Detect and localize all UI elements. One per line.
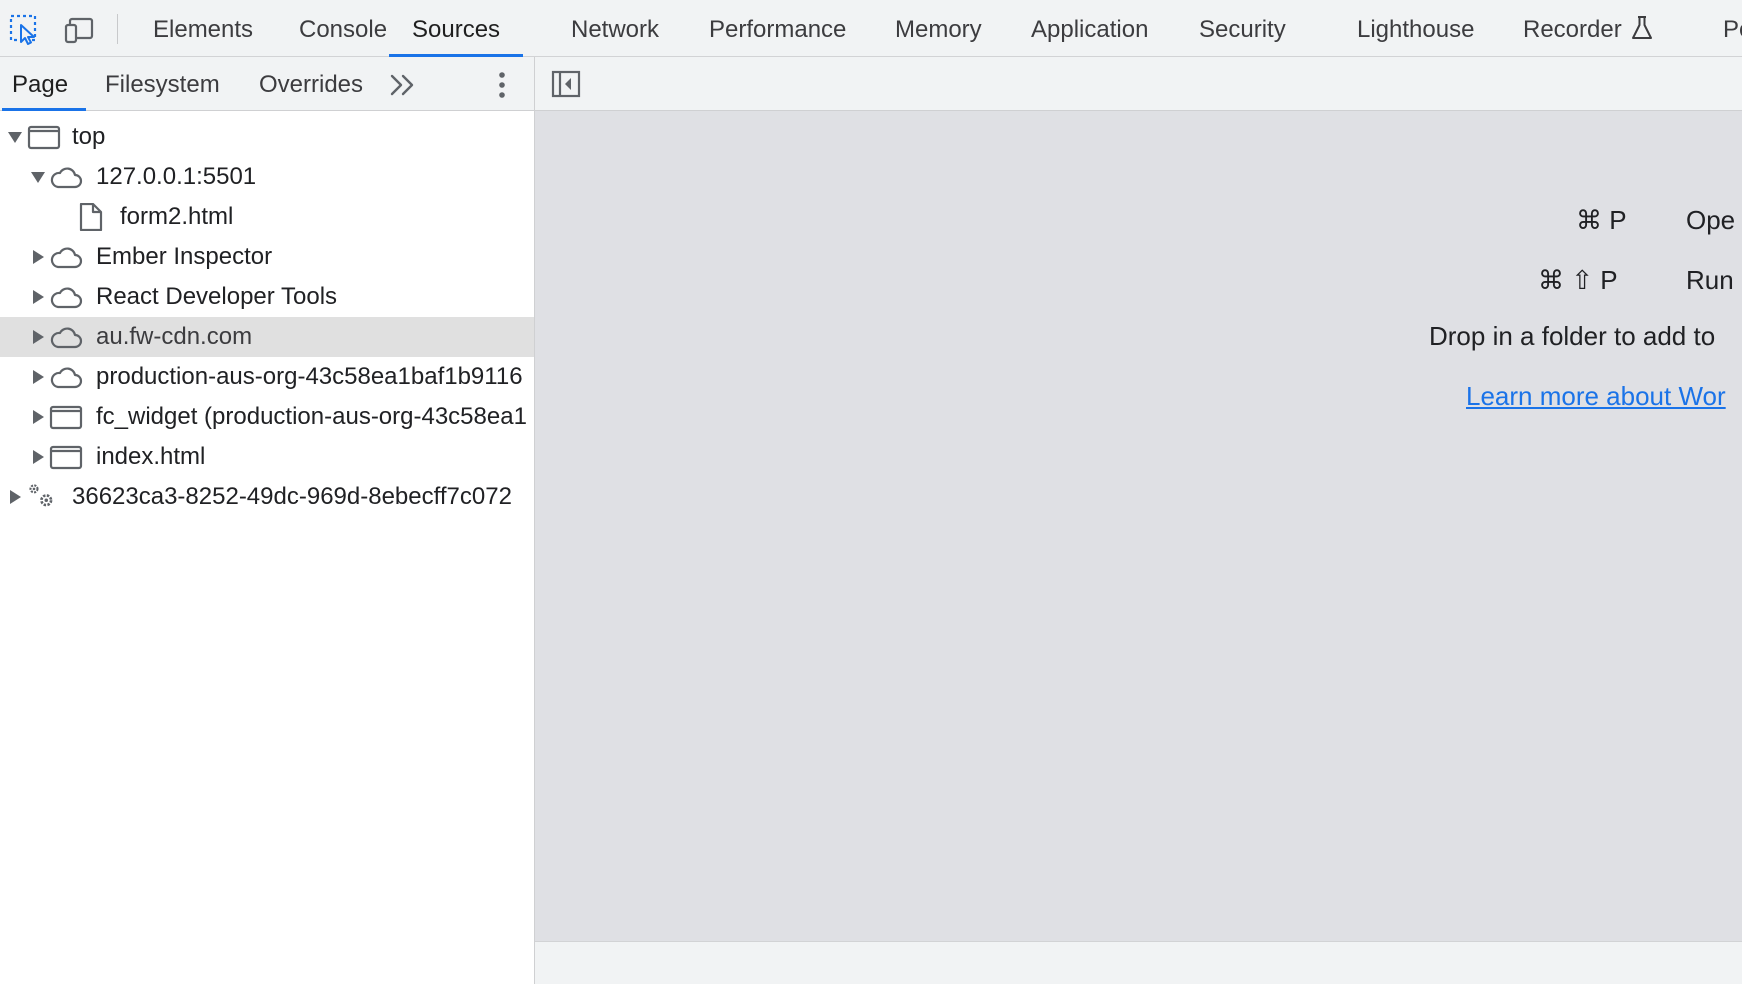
drop-folder-hint: Drop in a folder to add to	[1429, 321, 1716, 351]
tree-item-label: top	[72, 123, 106, 150]
tree-item-label: au.fw-cdn.com	[96, 323, 253, 350]
tree-item-label: index.html	[96, 443, 206, 470]
tree-item-label: 36623ca3-8252-49dc-969d-8ebecff7c072	[72, 483, 512, 510]
tree-item-index-frame[interactable]: index.html	[0, 437, 534, 477]
file-icon	[79, 203, 103, 231]
collapsed-arrow-icon[interactable]	[31, 330, 45, 344]
tree-item-label: 127.0.0.1:5501	[96, 163, 257, 190]
tab-recorder[interactable]: Recorder	[1523, 0, 1654, 56]
editor-status-bar	[535, 941, 1742, 984]
frame-icon	[49, 445, 83, 470]
tree-item-production-origin[interactable]: production-aus-org-43c58ea1baf1b9116	[0, 357, 534, 397]
frame-icon	[49, 405, 83, 430]
collapsed-arrow-icon[interactable]	[31, 410, 45, 424]
cloud-icon	[50, 287, 83, 309]
learn-more-link[interactable]: Learn more about Wor	[1466, 376, 1726, 416]
tab-page[interactable]: Page	[2, 57, 87, 111]
expanded-arrow-icon[interactable]	[8, 130, 22, 144]
tab-overrides[interactable]: Overrides	[259, 57, 363, 110]
expanded-arrow-icon[interactable]	[31, 170, 45, 184]
double-chevron-right-icon[interactable]	[388, 71, 418, 99]
frame-icon	[27, 125, 61, 150]
tab-application[interactable]: Application	[1031, 0, 1148, 56]
tree-item-localhost[interactable]: 127.0.0.1:5501	[0, 157, 534, 197]
tab-lighthouse[interactable]: Lighthouse	[1357, 0, 1474, 56]
editor-toolbar	[535, 57, 1742, 111]
collapsed-arrow-icon[interactable]	[31, 290, 45, 304]
cloud-icon	[50, 167, 83, 189]
editor-placeholder: ⌘ P Ope ⌘ ⇧ P Run Drop in a folder to ad…	[535, 111, 1742, 941]
navigator-toolbar: Page Filesystem Overrides	[0, 57, 534, 111]
tree-item-label: fc_widget (production-aus-org-43c58ea1	[96, 403, 527, 430]
tree-item-label: form2.html	[120, 203, 234, 230]
shortcut-action-open: Ope	[1686, 205, 1736, 235]
file-navigator-tree: top 127.0.0.1:5501 form2.html Ember Insp…	[0, 111, 534, 984]
inspect-element-icon[interactable]	[9, 14, 41, 46]
tab-filesystem[interactable]: Filesystem	[105, 57, 220, 110]
kebab-menu-icon[interactable]	[490, 70, 514, 100]
tab-sources[interactable]: Sources	[389, 0, 524, 57]
tab-performance[interactable]: Performance	[709, 0, 846, 56]
device-toolbar-icon[interactable]	[64, 14, 96, 46]
shortcut-keys-run: ⌘ ⇧ P	[1538, 265, 1618, 295]
cloud-icon	[50, 247, 83, 269]
tree-item-top[interactable]: top	[0, 117, 534, 157]
tab-network[interactable]: Network	[571, 0, 659, 56]
tab-memory[interactable]: Memory	[895, 0, 982, 56]
flask-icon	[1631, 15, 1652, 39]
collapsed-arrow-icon[interactable]	[31, 370, 45, 384]
tab-console[interactable]: Console	[299, 0, 387, 56]
tree-item-fc-widget[interactable]: fc_widget (production-aus-org-43c58ea1	[0, 397, 534, 437]
collapsed-arrow-icon[interactable]	[8, 490, 22, 504]
tree-item-worker[interactable]: 36623ca3-8252-49dc-969d-8ebecff7c072	[0, 477, 534, 517]
shortcut-action-run: Run	[1686, 265, 1734, 295]
tree-item-label: Ember Inspector	[96, 243, 273, 270]
tab-performance-insights[interactable]: Pe	[1723, 0, 1742, 56]
tree-item-ember-inspector[interactable]: Ember Inspector	[0, 237, 534, 277]
devtools-main-toolbar: Elements Console Sources Network Perform…	[0, 0, 1742, 57]
toolbar-separator	[117, 14, 118, 44]
tree-item-form2[interactable]: form2.html	[0, 197, 534, 237]
tree-item-label: React Developer Tools	[96, 283, 338, 310]
tree-item-fw-cdn[interactable]: au.fw-cdn.com	[0, 317, 534, 357]
collapsed-arrow-icon[interactable]	[31, 450, 45, 464]
cloud-icon	[50, 327, 83, 349]
sidebar-toggle-icon[interactable]	[551, 70, 581, 98]
shortcut-keys-open: ⌘ P	[1576, 205, 1627, 235]
gears-icon	[29, 484, 53, 507]
tree-item-label: production-aus-org-43c58ea1baf1b9116	[96, 363, 523, 390]
tab-elements[interactable]: Elements	[153, 0, 253, 56]
tab-security[interactable]: Security	[1199, 0, 1286, 56]
collapsed-arrow-icon[interactable]	[31, 250, 45, 264]
cloud-icon	[50, 367, 83, 389]
tree-item-react-devtools[interactable]: React Developer Tools	[0, 277, 534, 317]
